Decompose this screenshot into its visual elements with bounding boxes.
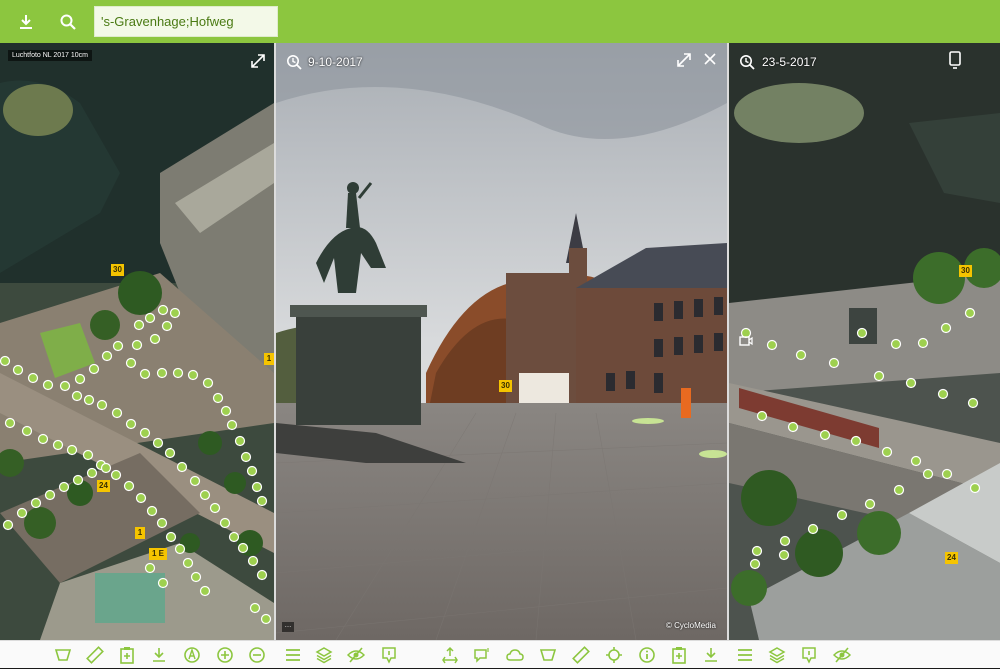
top-toolbar	[0, 0, 1000, 43]
expand-icon[interactable]	[676, 52, 692, 73]
visibility-off-icon[interactable]	[346, 646, 366, 664]
street-badge[interactable]: 30	[499, 380, 512, 392]
download-icon[interactable]	[12, 8, 40, 36]
map-badge[interactable]: 1 E	[149, 548, 167, 560]
expand-icon[interactable]	[250, 53, 266, 74]
close-icon[interactable]	[703, 52, 717, 71]
layers-icon[interactable]	[768, 646, 786, 664]
ruler-icon[interactable]	[572, 646, 590, 664]
map-badge[interactable]: 30	[111, 264, 124, 276]
map-badge[interactable]: 24	[97, 480, 110, 492]
history-icon[interactable]	[739, 54, 755, 75]
annotation-icon[interactable]	[800, 646, 818, 664]
search-icon[interactable]	[54, 8, 82, 36]
aerial-photo	[0, 43, 274, 640]
pan-icon[interactable]	[441, 646, 459, 664]
comment-icon[interactable]	[473, 646, 491, 664]
layers-icon[interactable]	[315, 646, 333, 664]
street-photo	[276, 43, 727, 640]
search-input[interactable]	[94, 6, 278, 37]
map-badge[interactable]: 1	[135, 527, 145, 539]
cloud-icon[interactable]	[506, 646, 524, 664]
compass-icon[interactable]	[183, 646, 201, 664]
annotation-icon[interactable]	[380, 646, 398, 664]
capture-date: 9-10-2017	[308, 55, 363, 69]
device-icon[interactable]	[948, 51, 962, 74]
menu-icon[interactable]	[284, 646, 302, 664]
clipboard-icon[interactable]	[670, 646, 688, 664]
area-measure-icon[interactable]	[539, 646, 557, 664]
capture-date: 23-5-2017	[762, 55, 817, 69]
info-icon[interactable]	[638, 646, 656, 664]
layer-label: Luchtfoto NL 2017 10cm	[8, 50, 93, 61]
download-icon[interactable]	[150, 646, 168, 664]
visibility-off-icon[interactable]	[832, 646, 852, 664]
oblique-view[interactable]: 23-5-2017 30 24	[729, 43, 1000, 640]
area-measure-icon[interactable]	[54, 646, 72, 664]
menu-icon[interactable]	[736, 646, 754, 664]
oblique-badge[interactable]: 30	[959, 265, 972, 277]
more-icon[interactable]: …	[282, 622, 294, 632]
locate-icon[interactable]	[605, 646, 623, 664]
copyright-label: © CycloMedia	[666, 621, 716, 630]
download-icon[interactable]	[702, 646, 720, 664]
street-view[interactable]: 9-10-2017 30 … © CycloMedia	[276, 43, 727, 640]
aerial-map-view[interactable]: Luchtfoto NL 2017 10cm 30 24 1 1 E 1	[0, 43, 274, 640]
zoom-in-icon[interactable]	[216, 646, 234, 664]
camera-icon[interactable]	[739, 334, 753, 352]
history-icon[interactable]	[286, 54, 302, 75]
oblique-badge[interactable]: 24	[945, 552, 958, 564]
map-badge[interactable]: 1	[264, 353, 274, 365]
oblique-photo	[729, 43, 1000, 640]
zoom-out-icon[interactable]	[248, 646, 266, 664]
ruler-icon[interactable]	[86, 646, 104, 664]
bottom-toolbar	[0, 640, 1000, 668]
clipboard-icon[interactable]	[118, 646, 136, 664]
